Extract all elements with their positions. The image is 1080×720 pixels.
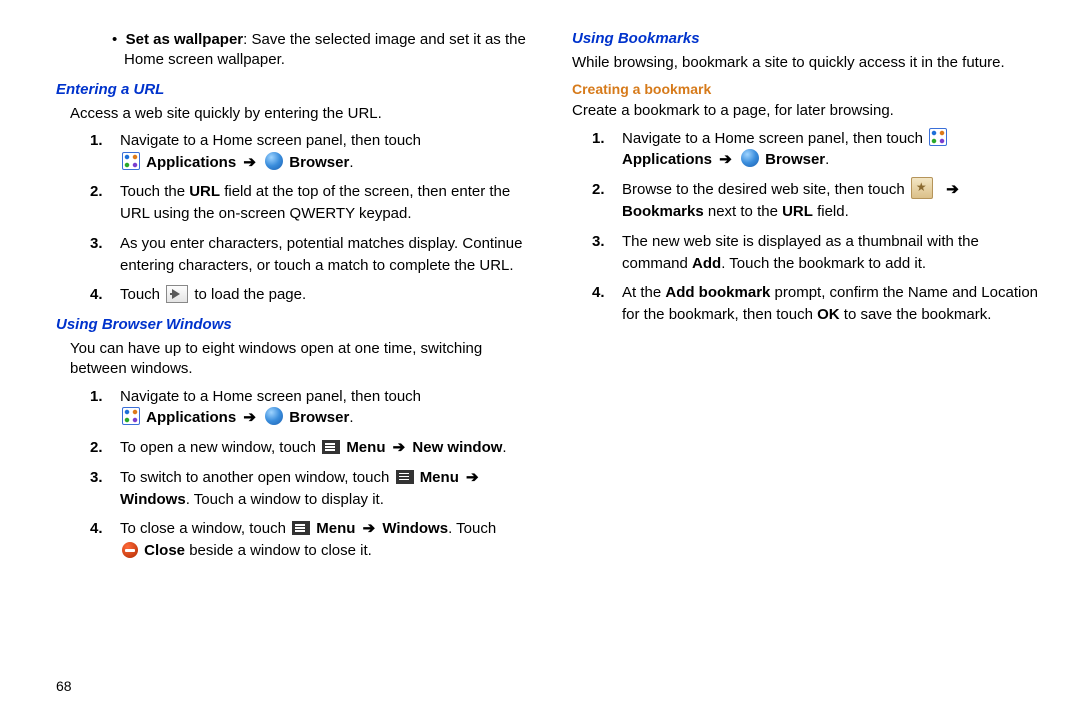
- bm-step-2: 2. Browse to the desired web site, then …: [592, 179, 1048, 223]
- win-step-1: 1. Navigate to a Home screen panel, then…: [90, 386, 532, 430]
- create-intro: Create a bookmark to a page, for later b…: [572, 101, 1048, 121]
- heading-bookmarks: Using Bookmarks: [572, 30, 1048, 47]
- heading-browser-windows: Using Browser Windows: [56, 316, 532, 333]
- applications-icon: [122, 152, 140, 170]
- browser-icon: [265, 407, 283, 425]
- menu-icon: [322, 440, 340, 454]
- url-intro: Access a web site quickly by entering th…: [70, 104, 532, 124]
- bm-step-4: 4. At the Add bookmark prompt, confirm t…: [592, 282, 1048, 326]
- close-icon: [122, 542, 138, 558]
- windows-steps: 1. Navigate to a Home screen panel, then…: [90, 386, 532, 562]
- page-number: 68: [56, 678, 72, 694]
- applications-icon: [122, 407, 140, 425]
- heading-entering-url: Entering a URL: [56, 81, 532, 98]
- url-step-3: 3. As you enter characters, potential ma…: [90, 233, 532, 277]
- bookmark-steps: 1. Navigate to a Home screen panel, then…: [592, 128, 1048, 326]
- left-column: • Set as wallpaper: Save the selected im…: [56, 30, 532, 670]
- win-step-3: 3. To switch to another open window, tou…: [90, 467, 532, 511]
- manual-page: • Set as wallpaper: Save the selected im…: [0, 0, 1080, 680]
- win-step-4: 4. To close a window, touch Menu ➔ Windo…: [90, 518, 532, 562]
- bullet-label: Set as wallpaper: [126, 31, 244, 48]
- url-step-4: 4. Touch to load the page.: [90, 284, 532, 306]
- url-steps: 1. Navigate to a Home screen panel, then…: [90, 130, 532, 306]
- win-step-2: 2. To open a new window, touch Menu ➔ Ne…: [90, 437, 532, 459]
- url-step-1: 1. Navigate to a Home screen panel, then…: [90, 130, 532, 174]
- heading-creating-bookmark: Creating a bookmark: [572, 81, 1048, 97]
- bm-step-3: 3. The new web site is displayed as a th…: [592, 231, 1048, 275]
- browser-icon: [741, 149, 759, 167]
- menu-icon: [292, 521, 310, 535]
- menu-icon: [396, 470, 414, 484]
- bookmarks-intro: While browsing, bookmark a site to quick…: [572, 53, 1048, 73]
- windows-intro: You can have up to eight windows open at…: [70, 339, 532, 380]
- go-arrow-icon: [166, 285, 188, 303]
- bullet-set-wallpaper: • Set as wallpaper: Save the selected im…: [112, 30, 532, 71]
- browser-icon: [265, 152, 283, 170]
- bm-step-1: 1. Navigate to a Home screen panel, then…: [592, 128, 1048, 172]
- right-column: Using Bookmarks While browsing, bookmark…: [572, 30, 1048, 670]
- applications-icon: [929, 128, 947, 146]
- bookmark-icon: [911, 177, 933, 199]
- url-step-2: 2. Touch the URL field at the top of the…: [90, 181, 532, 225]
